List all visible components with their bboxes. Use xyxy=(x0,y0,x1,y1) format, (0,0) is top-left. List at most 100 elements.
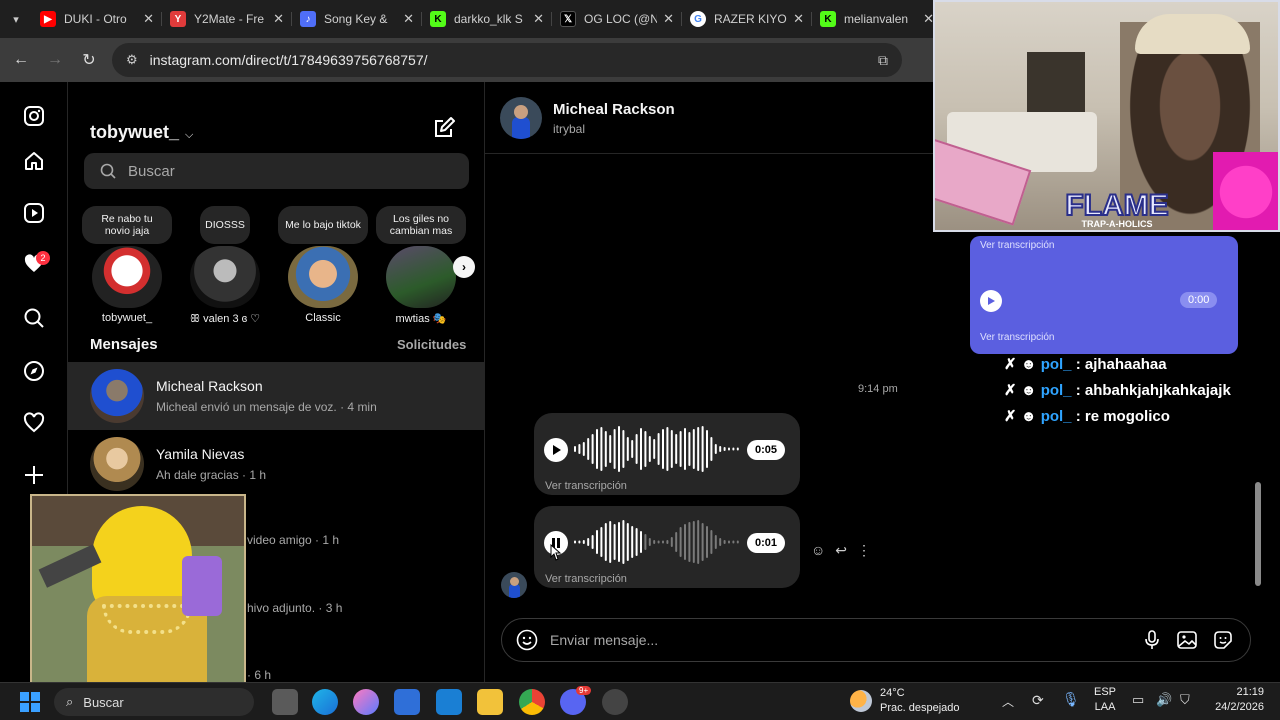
language-indicator[interactable]: ESP LAA xyxy=(1094,685,1116,715)
waveform-bar xyxy=(635,434,638,464)
message-input[interactable]: Enviar mensaje... xyxy=(550,632,658,648)
file-explorer-icon[interactable] xyxy=(477,689,503,715)
notes-next-arrow-icon[interactable]: › xyxy=(453,256,475,278)
conversation-preview[interactable]: hivo adjunto. · 3 h xyxy=(247,601,342,615)
site-settings-icon[interactable]: ⚙ xyxy=(126,52,138,68)
chat-text: ajhahaahaa xyxy=(1084,356,1167,373)
waveform-bar xyxy=(604,431,607,467)
heart-icon[interactable] xyxy=(22,411,46,435)
waveform-bar xyxy=(679,527,682,557)
browser-tab[interactable]: ▶ DUKI - Otro ✕ xyxy=(32,0,162,38)
note-item[interactable]: DIOSSS ꕥ valen 3 ɞ ♡ xyxy=(180,206,270,326)
waveform-bar xyxy=(609,521,612,563)
conversation-item[interactable]: Yamila Nievas Ah dale gracias · 1 h xyxy=(68,430,485,498)
reload-button[interactable]: ↻ xyxy=(72,43,106,77)
mic-tray-icon[interactable]: 🎙 xyxy=(1062,691,1080,708)
avatar[interactable] xyxy=(500,97,542,139)
outlook-icon[interactable] xyxy=(436,689,462,715)
voice-duration: 0:05 xyxy=(747,440,786,460)
waveform-bar xyxy=(684,428,686,470)
tray-chevron-icon[interactable]: ︿ xyxy=(1002,693,1014,710)
network-icon[interactable]: ▭ xyxy=(1132,692,1144,708)
google-icon: G xyxy=(690,11,706,27)
tab-title: melianvalen xyxy=(844,12,909,26)
chat-contact-name[interactable]: Micheal Rackson xyxy=(553,101,675,118)
browser-tab[interactable]: G RAZER KIYO ✕ xyxy=(682,0,812,38)
tab-close-icon[interactable]: ✕ xyxy=(403,11,414,27)
tab-close-icon[interactable]: ✕ xyxy=(793,11,804,27)
forward-button[interactable]: → xyxy=(38,43,72,77)
tab-close-icon[interactable]: ✕ xyxy=(663,11,674,27)
tab-close-icon[interactable]: ✕ xyxy=(143,11,154,27)
tab-close-icon[interactable]: ✕ xyxy=(273,11,284,27)
vpn-shield-icon[interactable]: ⛉ xyxy=(1180,692,1190,708)
voice-message[interactable]: 0:01 Ver transcripción xyxy=(534,506,800,588)
obs-icon[interactable] xyxy=(602,689,628,715)
tab-close-icon[interactable]: ✕ xyxy=(533,11,544,27)
browser-tab[interactable]: ♪ Song Key & ✕ xyxy=(292,0,422,38)
sync-icon[interactable]: ⟳ xyxy=(1032,692,1044,709)
windows-start-icon[interactable] xyxy=(19,691,41,718)
play-icon[interactable] xyxy=(544,438,568,462)
faded-voice-overlay: 0:00 Ver transcripción Ver transcripción xyxy=(970,236,1238,354)
note-item[interactable]: Re nabo tu novio jaja tobywuet_ xyxy=(82,206,172,324)
reply-icon[interactable]: ↩ xyxy=(835,542,847,559)
store-icon[interactable] xyxy=(394,689,420,715)
new-message-icon[interactable] xyxy=(432,116,456,145)
conversation-preview[interactable]: · 6 h xyxy=(247,668,271,682)
browser-tab[interactable]: K melianvalen ✕ xyxy=(812,0,942,38)
discord-badge: 9+ xyxy=(576,686,592,695)
taskbar-search[interactable]: ⌕ Buscar xyxy=(54,688,254,716)
lang-layout: LAA xyxy=(1094,701,1116,713)
install-app-icon[interactable]: ⧉ xyxy=(878,52,888,69)
instagram-logo-icon[interactable] xyxy=(22,104,46,128)
tab-search-button[interactable]: ▾ xyxy=(0,0,32,38)
more-options-icon[interactable]: ⋮ xyxy=(857,542,871,559)
volume-icon[interactable]: 🔊 xyxy=(1156,692,1172,708)
weather-widget[interactable]: 24°C Prac. despejado xyxy=(880,686,960,716)
search-icon[interactable] xyxy=(22,306,46,330)
react-emoji-icon[interactable]: ☺ xyxy=(811,542,825,559)
home-icon[interactable] xyxy=(22,149,46,173)
waveform[interactable] xyxy=(572,425,742,473)
chat-scrollbar[interactable] xyxy=(1255,482,1261,586)
waveform[interactable] xyxy=(572,518,742,566)
microphone-icon[interactable] xyxy=(1142,629,1162,651)
clock[interactable]: 21:19 24/2/2026 xyxy=(1208,685,1264,715)
note-item[interactable]: Me lo bajo tiktok Classic xyxy=(278,206,368,324)
view-transcript-link[interactable]: Ver transcripción xyxy=(545,480,627,492)
waveform-bar xyxy=(609,435,612,463)
tab-title: RAZER KIYO xyxy=(714,12,787,26)
emoji-icon[interactable] xyxy=(516,629,538,651)
conversation-preview[interactable]: video amigo · 1 h xyxy=(247,533,339,547)
browser-tab[interactable]: Y Y2Mate - Fre ✕ xyxy=(162,0,292,38)
waveform-bar xyxy=(591,434,594,464)
conversation-item[interactable]: Micheal Rackson Micheal envió un mensaje… xyxy=(68,362,485,430)
edge-icon[interactable] xyxy=(312,689,338,715)
browser-tab[interactable]: K darkko_klk S ✕ xyxy=(422,0,552,38)
view-transcript-link[interactable]: Ver transcripción xyxy=(545,573,627,585)
explore-compass-icon[interactable] xyxy=(22,359,46,383)
waveform-bar xyxy=(631,526,634,558)
back-button[interactable]: ← xyxy=(4,43,38,77)
waveform-bar xyxy=(587,538,590,546)
task-view-icon[interactable] xyxy=(272,689,298,715)
image-icon[interactable] xyxy=(1176,629,1198,651)
account-switcher[interactable]: tobywuet_ ⌵ xyxy=(90,122,193,143)
browser-tab[interactable]: 𝕏 OG LOC (@N ✕ xyxy=(552,0,682,38)
chrome-icon[interactable] xyxy=(519,689,545,715)
voice-message[interactable]: 0:05 Ver transcripción xyxy=(534,413,800,495)
create-plus-icon[interactable] xyxy=(22,463,46,487)
copilot-icon[interactable] xyxy=(353,689,379,715)
requests-link[interactable]: Solicitudes xyxy=(397,337,466,352)
search-input[interactable]: Buscar xyxy=(84,153,469,189)
url-field[interactable]: ⚙ instagram.com/direct/t/178496397567687… xyxy=(112,43,902,77)
waveform-bar xyxy=(666,540,669,544)
sticker-icon[interactable] xyxy=(1212,629,1234,651)
waveform-bar xyxy=(578,444,581,454)
waveform-bar xyxy=(719,446,722,452)
reels-icon[interactable] xyxy=(22,201,46,225)
avatar xyxy=(90,369,144,423)
message-composer[interactable]: Enviar mensaje... xyxy=(501,618,1251,662)
waveform-bar xyxy=(675,532,678,552)
